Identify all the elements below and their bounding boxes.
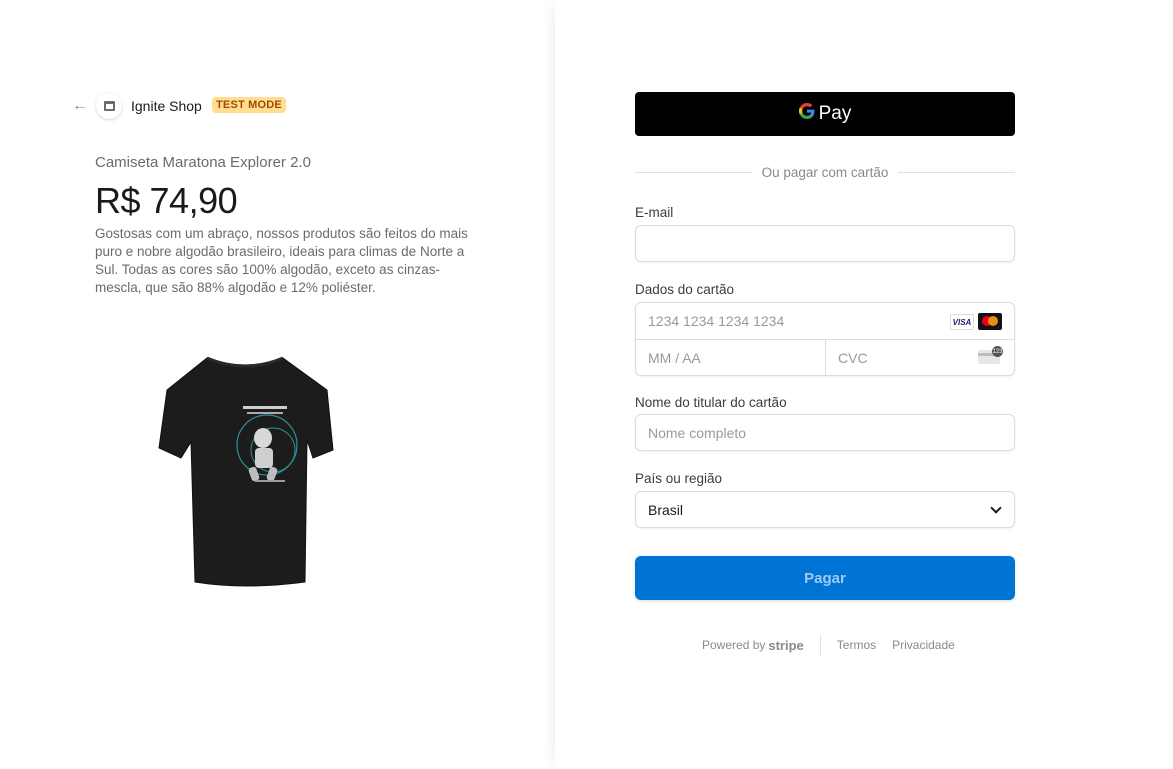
powered-by-text: Powered by: [702, 638, 766, 652]
product-price: R$ 74,90: [95, 180, 238, 221]
card-number-input[interactable]: 1234 1234 1234 1234 VISA: [636, 303, 1014, 340]
cardholder-name-placeholder: Nome completo: [648, 424, 747, 441]
cardholder-name-field[interactable]: Nome completo: [635, 414, 1015, 451]
product-description: Gostosas com um abraço, nossos produtos …: [95, 226, 468, 295]
email-field[interactable]: [635, 225, 1015, 262]
divider-text: Ou pagar com cartão: [761, 164, 889, 180]
stripe-logo[interactable]: stripe: [768, 638, 803, 653]
back-arrow-icon[interactable]: ←: [72, 97, 90, 115]
card-expiry-placeholder: MM / AA: [648, 350, 701, 366]
stripe-footer: Powered by stripe Termos Privacidade: [702, 635, 955, 655]
card-details-label: Dados do cartão: [635, 282, 735, 297]
pay-with-card-divider: Ou pagar com cartão: [635, 163, 1016, 181]
tshirt-image: [158, 356, 334, 587]
google-g-icon: [798, 102, 815, 125]
card-expiry-input[interactable]: MM / AA: [636, 340, 826, 376]
card-number-placeholder: 1234 1234 1234 1234: [648, 313, 785, 329]
cardholder-name-label: Nome do titular do cartão: [635, 395, 787, 410]
shop-name: Ignite Shop: [131, 98, 202, 114]
product-summary-pane: ← Ignite Shop TEST MODE Camiseta Maraton…: [0, 0, 555, 769]
mastercard-icon: [978, 313, 1002, 330]
visa-icon: VISA: [950, 314, 974, 330]
google-pay-label: Pay: [818, 103, 852, 124]
chevron-down-icon: [990, 501, 1002, 514]
cvc-card-icon: 123: [978, 346, 1003, 364]
card-cvc-placeholder: CVC: [838, 350, 868, 366]
country-selected-value: Brasil: [648, 501, 684, 518]
privacy-link[interactable]: Privacidade: [892, 638, 955, 652]
google-pay-button[interactable]: Pay: [635, 92, 1015, 136]
country-select[interactable]: Brasil: [635, 491, 1015, 528]
country-label: País ou região: [635, 471, 723, 486]
email-label: E-mail: [635, 205, 674, 220]
product-name: Camiseta Maratona Explorer 2.0: [95, 154, 311, 171]
pay-button[interactable]: Pagar: [635, 556, 1015, 600]
terms-link[interactable]: Termos: [837, 638, 876, 652]
footer-separator: [819, 635, 821, 655]
test-mode-badge: TEST MODE: [212, 97, 286, 113]
card-details-group: 1234 1234 1234 1234 VISA MM / AA CVC 123: [635, 302, 1015, 376]
card-cvc-input[interactable]: CVC 123: [826, 340, 1014, 376]
shop-logo-icon: [96, 93, 122, 119]
